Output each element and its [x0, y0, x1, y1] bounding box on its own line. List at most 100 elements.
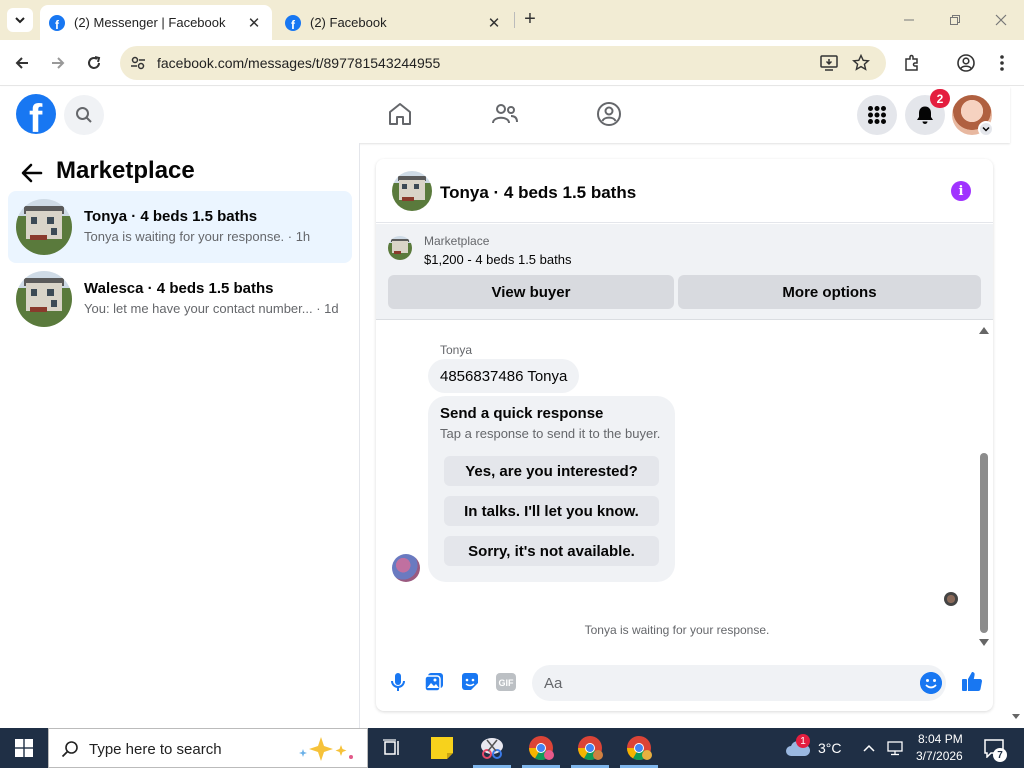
quick-reply-in-talks[interactable]: In talks. I'll let you know.	[444, 496, 659, 526]
tab-title: (2) Facebook	[310, 15, 387, 30]
gif-button[interactable]: GIF	[495, 671, 517, 693]
info-icon[interactable]: i	[951, 181, 971, 201]
seen-indicator-avatar	[944, 592, 958, 606]
address-bar[interactable]: facebook.com/messages/t/897781543244955	[120, 46, 886, 80]
site-settings-icon	[131, 56, 145, 70]
emoji-icon[interactable]	[920, 672, 942, 694]
scroll-down-arrow[interactable]	[979, 639, 989, 646]
back-button[interactable]	[10, 51, 34, 75]
chevron-down-icon	[982, 126, 990, 132]
facebook-search-button[interactable]	[64, 95, 104, 135]
marketplace-conversation-list: Marketplace Tonya · 4 beds 1.5 baths Ton…	[0, 143, 360, 728]
tab-separator	[514, 12, 515, 28]
new-tab-button[interactable]: +	[520, 9, 540, 30]
view-buyer-button[interactable]: View buyer	[388, 275, 674, 309]
install-app-icon[interactable]	[820, 54, 838, 72]
sticky-notes-app[interactable]	[428, 734, 456, 762]
chevron-up-icon[interactable]	[862, 742, 876, 754]
browser-menu-button[interactable]	[990, 51, 1014, 75]
arrow-left-icon	[15, 57, 28, 69]
facebook-header: f	[0, 87, 1010, 143]
forward-button[interactable]	[46, 51, 70, 75]
listing-thumbnail	[16, 199, 72, 255]
sticker-button[interactable]	[459, 671, 481, 693]
grid-menu-icon	[868, 106, 886, 124]
send-like-button[interactable]	[960, 669, 984, 693]
menu-button[interactable]	[857, 95, 897, 135]
chrome-app-1[interactable]	[527, 734, 555, 762]
chat-title[interactable]: Tonya · 4 beds 1.5 baths	[440, 183, 636, 203]
task-view-button[interactable]	[378, 734, 406, 762]
snipping-tool-app[interactable]	[478, 734, 506, 762]
windows-logo-icon	[15, 739, 33, 757]
nav-home[interactable]	[385, 99, 415, 129]
sender-avatar	[392, 554, 420, 582]
profile-button[interactable]	[954, 51, 978, 75]
minimize-icon	[904, 19, 914, 21]
minimize-button[interactable]	[897, 8, 921, 32]
friends-icon	[492, 104, 518, 124]
bookmark-star-icon[interactable]	[852, 54, 870, 72]
microphone-icon	[391, 673, 405, 691]
quick-response-title: Send a quick response	[440, 405, 604, 422]
thumbs-up-icon	[962, 672, 983, 692]
more-options-button[interactable]: More options	[678, 275, 981, 309]
notification-badge: 2	[930, 89, 950, 108]
sticker-icon	[462, 673, 478, 690]
photo-icon	[424, 673, 443, 692]
message-scrollbar[interactable]	[976, 323, 992, 649]
back-arrow-icon[interactable]	[20, 161, 44, 185]
marketplace-label: Marketplace	[424, 234, 490, 248]
puzzle-icon	[905, 54, 918, 71]
chrome-icon	[627, 736, 652, 761]
close-tab-icon[interactable]: ✕	[244, 13, 264, 33]
extensions-button[interactable]	[900, 51, 924, 75]
conversation-item[interactable]: Tonya · 4 beds 1.5 baths Tonya is waitin…	[8, 191, 352, 263]
attach-photo-button[interactable]	[423, 671, 445, 693]
scroll-up-arrow[interactable]	[979, 327, 989, 334]
account-menu-chevron[interactable]	[978, 121, 994, 137]
facebook-favicon-icon: f	[49, 14, 65, 31]
taskbar-search-box[interactable]: Type here to search	[48, 728, 368, 768]
home-icon	[389, 103, 411, 125]
listing-price: $1,200 - 4 beds 1.5 baths	[424, 252, 572, 267]
facebook-logo-icon[interactable]: f	[16, 94, 56, 134]
close-window-button[interactable]	[989, 8, 1013, 32]
chrome-app-2[interactable]	[576, 734, 604, 762]
taskbar-search-placeholder: Type here to search	[89, 741, 222, 758]
search-icon	[61, 741, 78, 758]
chrome-icon	[578, 736, 603, 761]
message-input[interactable]: Aa	[532, 665, 946, 701]
chrome-app-3[interactable]	[625, 734, 653, 762]
message-bubble[interactable]: 4856837486 Tonya	[428, 359, 580, 393]
close-tab-icon[interactable]: ✕	[484, 13, 504, 33]
clock-time[interactable]: 8:04 PM	[918, 732, 963, 746]
listing-thumbnail	[388, 236, 412, 260]
tab-messenger[interactable]: f (2) Messenger | Facebook ✕	[40, 5, 272, 40]
restore-icon	[950, 15, 960, 25]
message-input-placeholder: Aa	[544, 675, 563, 692]
quick-reply-not-available[interactable]: Sorry, it's not available.	[444, 536, 659, 566]
clock-date[interactable]: 3/7/2026	[916, 749, 963, 763]
tab-facebook[interactable]: f (2) Facebook ✕	[276, 5, 512, 40]
account-circle-icon	[957, 54, 975, 72]
nav-friends[interactable]	[490, 99, 520, 129]
start-button[interactable]	[0, 728, 48, 768]
quick-reply-interested[interactable]: Yes, are you interested?	[444, 456, 659, 486]
listing-thumbnail[interactable]	[392, 171, 432, 211]
message-sender: Tonya	[440, 343, 473, 357]
page-scroll-down-arrow[interactable]	[1011, 713, 1021, 721]
conversation-preview: You: let me have your contact number... …	[84, 301, 339, 316]
scrollbar-thumb[interactable]	[980, 453, 988, 633]
restore-button[interactable]	[943, 8, 967, 32]
tab-search-button[interactable]	[7, 8, 33, 32]
network-icon[interactable]	[886, 740, 906, 756]
search-icon	[76, 107, 92, 123]
voice-clip-button[interactable]	[387, 671, 409, 693]
reload-button[interactable]	[82, 51, 106, 75]
windows-taskbar: Type here to search 1 3°C 8:04 PM 3/7/20…	[0, 728, 1024, 768]
snipping-tool-icon	[481, 738, 503, 759]
nav-groups[interactable]	[594, 99, 624, 129]
conversation-item[interactable]: Walesca · 4 beds 1.5 baths You: let me h…	[8, 263, 352, 335]
more-vertical-icon	[1000, 55, 1004, 71]
